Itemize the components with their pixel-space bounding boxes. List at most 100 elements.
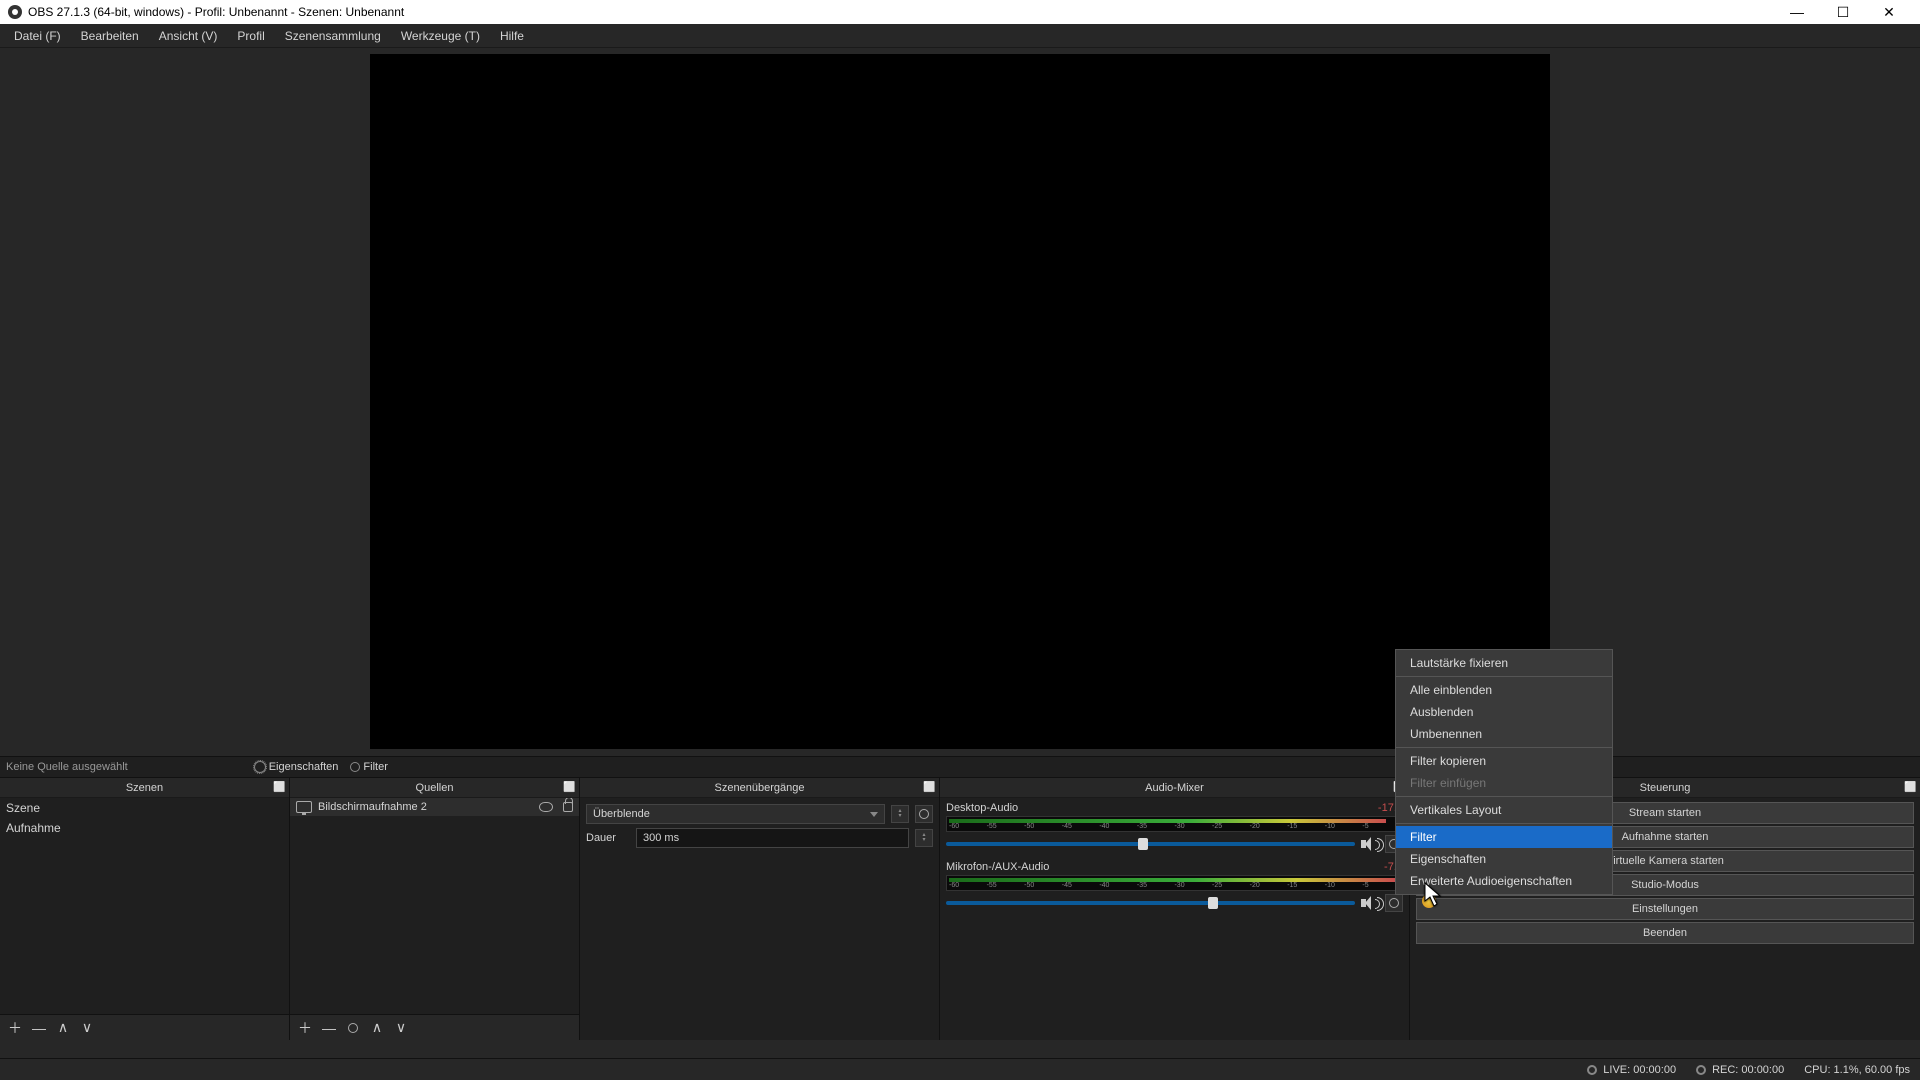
context-menu-item[interactable]: Alle einblenden [1396,679,1612,701]
speaker-icon[interactable] [1361,837,1379,851]
meter-tick: -10 [1325,823,1335,831]
context-menu-item[interactable]: Eigenschaften [1396,848,1612,870]
preview-area [0,48,1920,756]
menu-file[interactable]: Datei (F) [4,26,71,46]
menu-scene-collection[interactable]: Szenensammlung [275,26,391,46]
popout-icon[interactable]: ⬜ [923,782,935,794]
volume-slider[interactable] [946,901,1355,905]
menu-view[interactable]: Ansicht (V) [149,26,228,46]
source-toolbar: Keine Quelle ausgewählt Eigenschaften Fi… [0,756,1920,778]
sources-list[interactable]: Bildschirmaufnahme 2 [290,798,579,1014]
mixer-header: Audio-Mixer ⬜ [940,778,1409,798]
context-menu-item: Filter einfügen [1396,772,1612,794]
properties-button[interactable]: Eigenschaften [248,759,345,775]
audio-mixer-dock: Audio-Mixer ⬜ Desktop-Audio -17.4 -60-55… [940,778,1410,1040]
filter-button[interactable]: Filter [344,759,393,775]
transitions-title: Szenenübergänge [715,782,805,794]
meter-tick: -20 [1250,882,1260,890]
meter-tick: -30 [1174,823,1184,831]
duration-input[interactable]: 300 ms [636,828,909,848]
control-button[interactable]: Einstellungen [1416,898,1914,920]
obs-logo-icon [8,5,22,19]
menu-profile[interactable]: Profil [227,26,274,46]
cpu-status: CPU: 1.1%, 60.00 fps [1804,1064,1910,1076]
source-label: Bildschirmaufnahme 2 [318,801,427,813]
meter-tick: -40 [1099,823,1109,831]
transition-add-remove[interactable] [891,805,909,823]
slider-knob[interactable] [1208,897,1218,909]
context-menu-item[interactable]: Filter kopieren [1396,750,1612,772]
scenes-list[interactable]: Szene Aufnahme [0,798,289,1014]
sources-footer: ＋ — ∧ ∨ [290,1014,579,1040]
minimize-button[interactable]: — [1774,0,1820,24]
rec-status: REC: 00:00:00 [1696,1064,1784,1076]
context-menu-item[interactable]: Umbenennen [1396,723,1612,745]
source-settings-button[interactable] [344,1019,362,1037]
maximize-button[interactable]: ☐ [1820,0,1866,24]
scene-up-button[interactable]: ∧ [54,1019,72,1037]
live-status: LIVE: 00:00:00 [1587,1064,1676,1076]
popout-icon[interactable]: ⬜ [1904,782,1916,794]
scene-item[interactable]: Szene [0,798,289,818]
close-button[interactable]: ✕ [1866,0,1912,24]
meter-tick: -5 [1362,823,1368,831]
controls-title: Steuerung [1640,782,1691,794]
lock-toggle-icon[interactable] [563,802,573,812]
scenes-footer: ＋ — ∧ ∨ [0,1014,289,1040]
context-menu-item[interactable]: Lautstärke fixieren [1396,652,1612,674]
duration-spinner[interactable] [915,829,933,847]
sources-dock: Quellen ⬜ Bildschirmaufnahme 2 ＋ — ∧ ∨ [290,778,580,1040]
remove-source-button[interactable]: — [320,1019,338,1037]
live-dot-icon [1587,1065,1597,1075]
meter-tick: -60 [949,882,959,890]
sources-title: Quellen [416,782,454,794]
menu-tools[interactable]: Werkzeuge (T) [391,26,490,46]
context-menu-item[interactable]: Erweiterte Audioeigenschaften [1396,870,1612,892]
context-separator [1396,676,1612,677]
meter-tick: -45 [1062,823,1072,831]
transitions-dock: Szenenübergänge ⬜ Überblende Dauer 300 m… [580,778,940,1040]
meter-tick: -25 [1212,823,1222,831]
remove-scene-button[interactable]: — [30,1019,48,1037]
meter-tick: -5 [1362,882,1368,890]
meter-tick: -35 [1137,823,1147,831]
scene-item[interactable]: Aufnahme [0,818,289,838]
speaker-icon[interactable] [1361,896,1379,910]
menu-help[interactable]: Hilfe [490,26,534,46]
filter-label: Filter [363,761,387,773]
context-menu-item[interactable]: Ausblenden [1396,701,1612,723]
transition-select[interactable]: Überblende [586,804,885,824]
rec-dot-icon [1696,1065,1706,1075]
menu-bar: Datei (F) Bearbeiten Ansicht (V) Profil … [0,24,1920,48]
level-meter: -60-55-50-45-40-35-30-25-20-15-10-50 [946,816,1403,832]
context-menu-item[interactable]: Filter [1396,826,1612,848]
transition-current: Überblende [593,808,650,820]
meter-tick: -20 [1250,823,1260,831]
channel-name: Desktop-Audio [946,802,1018,814]
add-source-button[interactable]: ＋ [296,1019,314,1037]
popout-icon[interactable]: ⬜ [563,782,575,794]
source-item[interactable]: Bildschirmaufnahme 2 [290,798,579,816]
control-button[interactable]: Beenden [1416,922,1914,944]
transition-settings-button[interactable] [915,805,933,823]
visibility-toggle-icon[interactable] [539,802,553,812]
add-scene-button[interactable]: ＋ [6,1019,24,1037]
meter-tick: -30 [1174,882,1184,890]
scene-down-button[interactable]: ∨ [78,1019,96,1037]
meter-tick: -15 [1287,823,1297,831]
mixer-body: Desktop-Audio -17.4 -60-55-50-45-40-35-3… [940,798,1409,1040]
audio-mixer-context-menu[interactable]: Lautstärke fixieren Alle einblendenAusble… [1395,649,1613,895]
volume-slider[interactable] [946,842,1355,846]
context-menu-item[interactable]: Vertikales Layout [1396,799,1612,821]
source-down-button[interactable]: ∨ [392,1019,410,1037]
gear-icon [1389,898,1399,908]
source-up-button[interactable]: ∧ [368,1019,386,1037]
meter-tick: -55 [987,823,997,831]
audio-channel: Mikrofon-/AUX-Audio -7.6 -60-55-50-45-40… [946,861,1403,912]
slider-knob[interactable] [1138,838,1148,850]
mixer-title: Audio-Mixer [1145,782,1204,794]
preview-canvas[interactable] [370,54,1550,749]
channel-settings-button[interactable] [1385,894,1403,912]
menu-edit[interactable]: Bearbeiten [71,26,149,46]
popout-icon[interactable]: ⬜ [273,782,285,794]
